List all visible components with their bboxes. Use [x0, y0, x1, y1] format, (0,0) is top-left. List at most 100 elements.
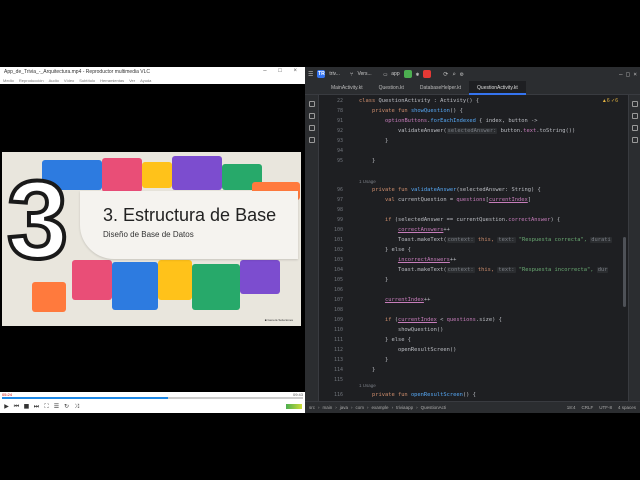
- line-number: 99: [336, 217, 343, 223]
- breadcrumb-item[interactable]: example: [372, 405, 389, 410]
- menu-audio[interactable]: Audio: [49, 78, 59, 83]
- breadcrumb-item[interactable]: java: [340, 405, 348, 410]
- status-bar: src › main › java › com › example › triviaapp…: [305, 401, 640, 413]
- menu-herramientas[interactable]: Herramientas: [100, 78, 124, 83]
- notifications-icon[interactable]: [631, 101, 638, 107]
- code-line: private fun validateAnswer(selectedAnswe…: [359, 187, 541, 193]
- shuffle-icon[interactable]: ⤨: [73, 403, 80, 410]
- cursor-position[interactable]: 18:4: [567, 405, 576, 410]
- tab-questionactivity[interactable]: QuestionActivity.kt: [469, 81, 526, 95]
- line-number: 114: [333, 367, 343, 373]
- search-icon[interactable]: ⌕: [452, 71, 456, 78]
- line-number: 105: [333, 277, 343, 283]
- play-icon[interactable]: ▶: [3, 403, 10, 410]
- line-number: 98: [336, 207, 343, 213]
- breadcrumb-item[interactable]: QuestionActi: [421, 405, 447, 410]
- stop-button[interactable]: [423, 70, 432, 78]
- settings-icon[interactable]: ⚙: [460, 71, 464, 78]
- project-badge[interactable]: TR: [317, 70, 326, 78]
- tab-databasehelper[interactable]: DatabaseHelper.kt: [412, 81, 469, 95]
- vlc-title-bar: App_de_Trivia_-_Arquitectura.mp4 - Repro…: [0, 67, 305, 76]
- code-line: if (selectedAnswer == currentQuestion.co…: [359, 217, 561, 223]
- code-line: if (currentIndex < questions.size) {: [359, 317, 502, 323]
- loop-icon[interactable]: ↻: [63, 403, 70, 410]
- breadcrumb-item[interactable]: main: [323, 405, 333, 410]
- slide-title-box: 3. Estructura de Base Diseño de Base de …: [80, 191, 298, 259]
- project-name[interactable]: triv...: [329, 71, 339, 77]
- line-number: 96: [336, 187, 343, 193]
- breadcrumb-item[interactable]: src: [309, 405, 315, 410]
- run-config[interactable]: app: [391, 71, 399, 77]
- usage-hint[interactable]: 1 Usage: [359, 179, 376, 184]
- stop-icon[interactable]: ■: [23, 403, 30, 410]
- ide-window: ☰ TR triv... ⑂ Vers... ▭ app ✱ ⟳ ⌕ ⚙ – □…: [305, 67, 640, 413]
- line-number: 91: [336, 118, 343, 124]
- usage-hint[interactable]: 1 Usage: [359, 383, 376, 388]
- line-number: 107: [333, 297, 343, 303]
- code-editor[interactable]: class QuestionActivity : Activity() { pr…: [359, 95, 628, 401]
- menu-subtitulo[interactable]: Subtítulo: [79, 78, 95, 83]
- gradle-icon[interactable]: [631, 113, 638, 119]
- window-controls[interactable]: – □ ×: [263, 68, 302, 74]
- right-tool-strip: [628, 95, 640, 401]
- menu-medio[interactable]: Medio: [3, 78, 14, 83]
- more-icon[interactable]: [308, 137, 315, 143]
- line-separator[interactable]: CRLF: [581, 405, 593, 410]
- code-line: validateAnswer(selectedAnswer: button.te…: [359, 128, 576, 134]
- next-icon[interactable]: ⏭: [33, 403, 40, 410]
- branch-icon[interactable]: ⑂: [350, 71, 354, 78]
- device-manager-icon[interactable]: [631, 125, 638, 131]
- run-button[interactable]: [403, 70, 412, 78]
- menu-video[interactable]: Vídeo: [64, 78, 74, 83]
- code-line: }: [359, 158, 376, 164]
- slide-artwork: [192, 264, 240, 310]
- indent-setting[interactable]: 4 spaces: [618, 405, 636, 410]
- code-line: currentIndex++: [384, 297, 431, 303]
- seek-bar[interactable]: 05:24 09:43: [0, 392, 305, 400]
- structure-icon[interactable]: [308, 125, 315, 131]
- window-controls[interactable]: – □ ×: [619, 71, 637, 78]
- sync-icon[interactable]: ⟳: [443, 71, 448, 78]
- device-icon[interactable]: ▭: [384, 71, 388, 78]
- line-number: 112: [333, 347, 343, 353]
- vcs-branch[interactable]: Vers...: [357, 71, 371, 77]
- breadcrumb-item[interactable]: com: [356, 405, 365, 410]
- slide-artwork: [112, 262, 158, 310]
- seek-progress: [2, 397, 168, 399]
- line-number: 109: [333, 317, 343, 323]
- breadcrumb-separator: ›: [351, 405, 353, 410]
- video-area[interactable]: 3 3. Estructura de Base Diseño de Base d…: [0, 84, 305, 392]
- breadcrumb-item[interactable]: triviaapp: [396, 405, 413, 410]
- debug-icon[interactable]: ✱: [416, 71, 420, 78]
- playlist-icon[interactable]: ☰: [53, 403, 60, 410]
- tab-question[interactable]: Question.kt: [371, 81, 412, 95]
- previous-icon[interactable]: ⏮: [13, 403, 20, 410]
- volume-slider[interactable]: [286, 404, 302, 409]
- tab-mainactivity[interactable]: MainActivity.kt: [323, 81, 371, 95]
- menu-ver[interactable]: Ver: [129, 78, 135, 83]
- menu-reproduccion[interactable]: Reproducción: [19, 78, 44, 83]
- ide-toolbar: ☰ TR triv... ⑂ Vers... ▭ app ✱ ⟳ ⌕ ⚙ – □…: [305, 67, 640, 81]
- main-menu-icon[interactable]: ☰: [308, 71, 313, 78]
- line-number: 108: [333, 307, 343, 313]
- editor-tabs: MainActivity.kt Question.kt DatabaseHelp…: [305, 81, 640, 95]
- breadcrumb-separator: ›: [391, 405, 394, 410]
- left-tool-strip: [305, 95, 319, 401]
- menu-ayuda[interactable]: Ayuda: [140, 78, 151, 83]
- code-line: }: [359, 138, 389, 144]
- emulator-icon[interactable]: [631, 137, 638, 143]
- project-icon[interactable]: [308, 101, 315, 107]
- commit-icon[interactable]: [308, 113, 315, 119]
- code-line: private fun openResultScreen() {: [359, 392, 476, 398]
- fullscreen-icon[interactable]: ⛶: [43, 403, 50, 410]
- line-number: 101: [333, 237, 343, 243]
- slide-title: 3. Estructura de Base: [103, 205, 277, 225]
- file-encoding[interactable]: UTF-8: [599, 405, 612, 410]
- code-line: }: [359, 277, 389, 283]
- editor-scrollbar[interactable]: [623, 237, 626, 307]
- slide-artwork: [72, 260, 112, 300]
- line-number: 94: [336, 148, 343, 154]
- seek-track[interactable]: [2, 397, 303, 399]
- slide-subtitle: Diseño de Base de Datos: [103, 230, 194, 239]
- code-line: } else {: [359, 337, 411, 343]
